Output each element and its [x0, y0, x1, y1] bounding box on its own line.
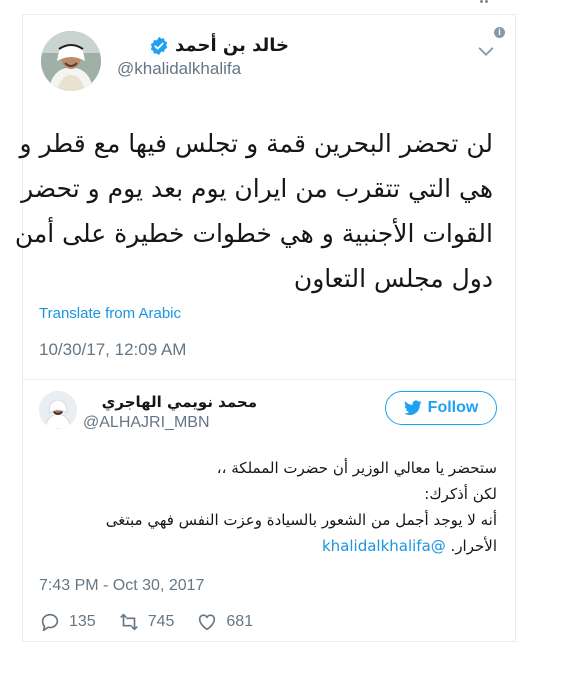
reply-text-line: لكن أذكرك:	[424, 485, 497, 503]
like-action[interactable]: 681	[196, 611, 253, 633]
handle[interactable]: @khalidalkhalifa	[117, 59, 241, 79]
reply-count: 135	[69, 613, 96, 630]
embedded-tweet-card: خالد بن أحمد @khalidalkhalifa i لن تحضر …	[14, 14, 516, 642]
tweet-text-line: هي التي تتقرب من ايران يوم بعد يوم و تحض…	[21, 174, 493, 203]
tweet-text-line: دول مجلس التعاون	[293, 264, 493, 293]
reply-icon	[41, 613, 59, 632]
reply-text-line: أنه لا يوجد أجمل من الشعور بالسيادة وعزت…	[105, 511, 497, 529]
action-bar: 135 745 681	[39, 611, 253, 633]
heart-icon	[199, 614, 216, 631]
mention-link[interactable]: @khalidalkhalifa	[322, 537, 446, 555]
overflow-dots	[480, 0, 488, 4]
avatar[interactable]	[41, 31, 101, 91]
info-icon[interactable]: i	[494, 27, 505, 38]
reply-action[interactable]: 135	[39, 611, 96, 633]
reply-handle[interactable]: @ALHAJRI_MBN	[83, 414, 210, 432]
retweet-icon	[119, 613, 138, 631]
reply-avatar[interactable]	[39, 391, 77, 429]
tweet-timestamp[interactable]: 10/30/17, 12:09 AM	[39, 340, 186, 360]
reply-display-name[interactable]: محمد نويمي الهاجري	[102, 393, 257, 411]
follow-label: Follow	[427, 399, 479, 416]
chevron-down-icon[interactable]	[475, 41, 497, 63]
twitter-bird-icon	[403, 400, 422, 416]
follow-button[interactable]: Follow	[385, 391, 497, 425]
like-count: 681	[226, 613, 254, 630]
main-name-row[interactable]: خالد بن أحمد	[149, 35, 289, 56]
translate-link[interactable]: Translate from Arabic	[39, 305, 181, 322]
reply-timestamp[interactable]: 7:43 PM - Oct 30, 2017	[39, 577, 204, 595]
retweet-count: 745	[147, 613, 175, 630]
display-name[interactable]: خالد بن أحمد	[175, 35, 289, 56]
tweet-text: لن تحضر البحرين قمة و تجلس فيها مع قطر و…	[14, 121, 493, 301]
tweet-text-line: لن تحضر البحرين قمة و تجلس فيها مع قطر و	[19, 129, 493, 158]
reply-text-line: ستحضر يا معالي الوزير أن حضرت المملكة ،،	[216, 459, 497, 477]
tweet-text-line: القوات الأجنبية و هي خطوات خطيرة على أمن	[14, 219, 493, 248]
verified-badge-icon	[150, 36, 168, 55]
divider	[23, 379, 515, 380]
retweet-action[interactable]: 745	[118, 611, 175, 633]
reply-text-end: الأحرار.	[450, 537, 497, 555]
reply-text-last-line: الأحرار. @khalidalkhalifa	[39, 533, 497, 559]
reply-text: ستحضر يا معالي الوزير أن حضرت المملكة ،،…	[39, 455, 497, 559]
